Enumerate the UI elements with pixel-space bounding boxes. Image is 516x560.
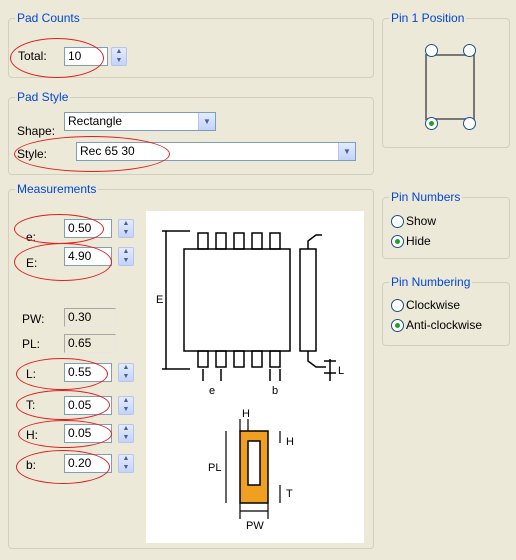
chevron-down-icon[interactable]: ▼ (198, 113, 215, 130)
show-label[interactable]: Show (406, 214, 436, 228)
PW-label: PW: (22, 312, 45, 326)
PW-value: 0.30 (64, 308, 116, 327)
hide-label[interactable]: Hide (406, 234, 431, 248)
dim-H-label: H (286, 436, 294, 448)
L-spinner[interactable]: ▲ ▼ (118, 363, 134, 382)
T-spinner[interactable]: ▲ ▼ (118, 396, 134, 415)
H-spinner[interactable]: ▲ ▼ (118, 424, 134, 443)
dim-b-label: b (272, 385, 278, 397)
pin1-bottom-left-radio[interactable] (425, 117, 438, 130)
dim-PL-label: PL (208, 462, 221, 474)
spin-up-icon[interactable]: ▲ (119, 220, 133, 228)
highlight-ring (18, 420, 112, 448)
spin-up-icon[interactable]: ▲ (119, 248, 133, 256)
spin-up-icon[interactable]: ▲ (119, 397, 133, 405)
spin-down-icon[interactable]: ▼ (119, 464, 133, 472)
pin1-bottom-right-radio[interactable] (463, 117, 476, 130)
shape-value: Rectangle (68, 114, 123, 128)
spin-down-icon[interactable]: ▼ (119, 434, 133, 442)
anti-clockwise-radio[interactable] (391, 319, 404, 332)
highlight-ring (14, 243, 112, 281)
chevron-down-icon[interactable]: ▼ (338, 143, 355, 160)
pin1-top-right-radio[interactable] (463, 44, 476, 57)
dim-E-label: E (156, 294, 163, 306)
shape-label: Shape: (17, 124, 56, 138)
hide-radio[interactable] (391, 235, 404, 248)
pin1-outline (425, 54, 475, 120)
total-spinner[interactable]: ▲ ▼ (111, 47, 127, 66)
b-spinner[interactable]: ▲ ▼ (118, 454, 134, 473)
dim-L-label: L (338, 365, 344, 377)
clockwise-radio[interactable] (391, 299, 404, 312)
dim-T-label: T (286, 488, 293, 500)
highlight-ring (14, 136, 170, 172)
highlight-ring (10, 38, 104, 78)
spin-down-icon[interactable]: ▼ (119, 373, 133, 381)
pin-numbers-title: Pin Numbers (389, 190, 463, 204)
pin-numbers-group: Pin Numbers (382, 190, 510, 259)
PL-value: 0.65 (64, 334, 116, 353)
highlight-ring (16, 358, 108, 390)
package-drawing: E e b L H H PL T PW (156, 230, 344, 532)
spin-up-icon[interactable]: ▲ (119, 425, 133, 433)
pin-numbering-title: Pin Numbering (389, 275, 473, 289)
pad-style-title: Pad Style (15, 90, 71, 104)
pin1-position-title: Pin 1 Position (389, 11, 467, 25)
spin-up-icon[interactable]: ▲ (119, 455, 133, 463)
spin-down-icon[interactable]: ▼ (119, 229, 133, 237)
anti-clockwise-label[interactable]: Anti-clockwise (406, 318, 482, 332)
highlight-ring (16, 390, 110, 420)
dim-e-label: e (209, 385, 215, 397)
dim-PW-label: PW (246, 520, 264, 532)
E-spinner[interactable]: ▲ ▼ (118, 247, 134, 266)
spin-down-icon[interactable]: ▼ (119, 406, 133, 414)
spin-down-icon[interactable]: ▼ (112, 57, 126, 65)
clockwise-label[interactable]: Clockwise (406, 298, 460, 312)
pin1-top-left-radio[interactable] (425, 44, 438, 57)
PL-label: PL: (22, 337, 41, 351)
package-diagram: E e b L H H PL T PW (146, 211, 364, 543)
highlight-ring (14, 214, 104, 244)
spin-down-icon[interactable]: ▼ (119, 257, 133, 265)
pin-numbering-group: Pin Numbering (382, 275, 510, 346)
show-radio[interactable] (391, 215, 404, 228)
dim-H-label: H (242, 408, 250, 420)
e-spinner[interactable]: ▲ ▼ (118, 219, 134, 238)
spin-up-icon[interactable]: ▲ (119, 364, 133, 372)
pad-counts-title: Pad Counts (15, 11, 82, 25)
spin-up-icon[interactable]: ▲ (112, 48, 126, 56)
highlight-ring (16, 450, 110, 484)
measurements-title: Measurements (15, 182, 99, 196)
shape-select[interactable]: Rectangle ▼ (64, 112, 216, 131)
